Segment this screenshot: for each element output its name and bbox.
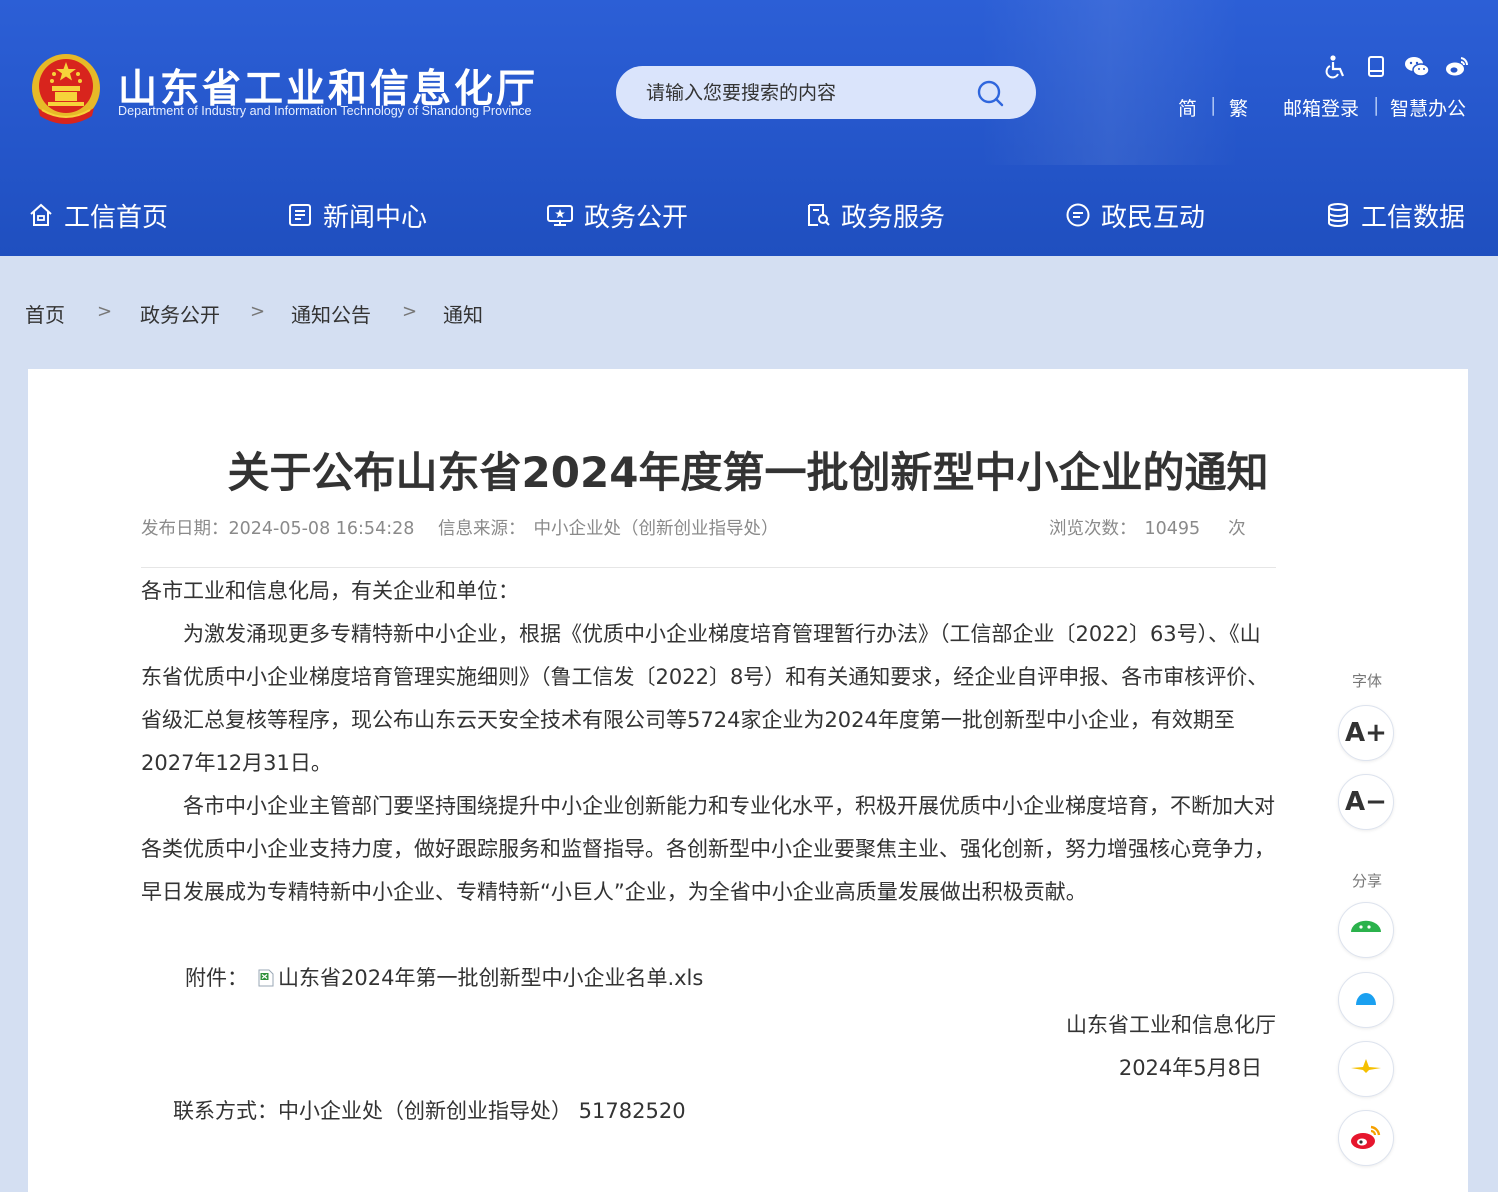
nav-item-news[interactable]: 新闻中心 [287, 196, 427, 234]
font-size-label: 字体 [1351, 672, 1382, 690]
meta-divider [141, 567, 1276, 568]
top-icon-bar [1320, 54, 1470, 82]
attachment-label: 附件： [185, 966, 248, 990]
qzone-share-icon [1351, 1059, 1381, 1073]
source-meta: 信息来源： 中小企业处（创新创业指导处） [438, 515, 779, 540]
source-label: 信息来源： [438, 519, 526, 539]
link-separator: | [1210, 94, 1217, 116]
simplified-chinese-link[interactable]: 简 [1178, 94, 1197, 121]
views-meta: 浏览次数： 10495 次 [1049, 515, 1246, 540]
traditional-chinese-link[interactable]: 繁 [1229, 94, 1248, 121]
font-increase-icon: A+ [1345, 718, 1387, 748]
breadcrumb-home[interactable]: 首页 [25, 299, 65, 328]
nav-item-label: 政民互动 [1101, 202, 1206, 233]
link-separator: | [1373, 94, 1380, 116]
nav-item-label: 工信数据 [1361, 202, 1466, 233]
qq-share-button[interactable] [1338, 972, 1394, 1028]
breadcrumb-separator: > [250, 301, 266, 322]
weibo-share-button[interactable] [1338, 1110, 1394, 1166]
breadcrumb-gov-open[interactable]: 政务公开 [140, 299, 220, 328]
home-icon [30, 203, 52, 226]
weibo-icon[interactable] [1444, 54, 1472, 82]
nav-item-home[interactable]: 工信首页 [28, 196, 168, 234]
nav-item-label: 政务服务 [841, 202, 946, 233]
news-icon [289, 204, 311, 226]
source-value: 中小企业处（创新创业指导处） [533, 519, 779, 539]
views-count: 10495 [1144, 519, 1201, 539]
article-title: 关于公布山东省2024年度第一批创新型中小企业的通知 [227, 448, 1269, 497]
font-increase-button[interactable]: A+ [1338, 705, 1394, 761]
interaction-icon [1066, 203, 1090, 227]
excel-file-icon [258, 969, 274, 987]
weibo-share-icon [1351, 1125, 1381, 1149]
qq-share-icon [1356, 993, 1376, 1005]
national-emblem-icon [32, 54, 100, 124]
gov-service-icon [808, 204, 830, 226]
search-input[interactable] [644, 78, 978, 108]
views-label: 浏览次数： [1049, 519, 1137, 539]
accessibility-icon[interactable] [1324, 54, 1352, 82]
main-nav: 工信首页 新闻中心 政务公开 政务服务 政民互动 工信数据 [0, 172, 1498, 256]
breadcrumb-separator: > [97, 301, 113, 322]
nav-item-label: 新闻中心 [323, 202, 428, 233]
site-subtitle: Department of Industry and Information T… [118, 104, 532, 118]
site-header: 山东省工业和信息化厅 Department of Industry and In… [0, 0, 1498, 256]
nav-item-label: 工信首页 [64, 202, 169, 233]
signature-org: 山东省工业和信息化厅 [1066, 1013, 1276, 1037]
nav-item-gov-open[interactable]: 政务公开 [546, 196, 688, 234]
article-card: 关于公布山东省2024年度第一批创新型中小企业的通知 发布日期：2024-05-… [28, 369, 1468, 1192]
publish-date-label: 发布日期： [141, 519, 229, 539]
gov-open-icon [547, 205, 573, 226]
salutation: 各市工业和信息化局，有关企业和单位： [141, 579, 519, 603]
breadcrumb-separator: > [402, 301, 418, 322]
database-icon [1328, 203, 1348, 227]
font-decrease-button[interactable]: A− [1338, 774, 1394, 830]
article-body: 各市工业和信息化局，有关企业和单位： 为激发涌现更多专精特新中小企业，根据《优质… [141, 570, 1276, 914]
contact-info: 联系方式：中小企业处（创新创业指导处） 51782520 [173, 1099, 686, 1123]
mail-login-link[interactable]: 邮箱登录 [1283, 94, 1359, 121]
qzone-share-button[interactable] [1338, 1041, 1394, 1097]
font-decrease-icon: A− [1345, 787, 1387, 817]
nav-item-interaction[interactable]: 政民互动 [1065, 196, 1205, 234]
share-label: 分享 [1351, 872, 1382, 890]
mobile-icon[interactable] [1364, 54, 1392, 82]
views-unit: 次 [1228, 519, 1246, 539]
nav-item-data[interactable]: 工信数据 [1325, 196, 1465, 234]
signature-date: 2024年5月8日 [1118, 1056, 1262, 1080]
smart-office-link[interactable]: 智慧办公 [1390, 94, 1466, 121]
breadcrumb-announcements[interactable]: 通知公告 [291, 299, 371, 328]
search-box [616, 66, 1036, 119]
paragraph: 各市中小企业主管部门要坚持围绕提升中小企业创新能力和专业化水平，积极开展优质中小… [141, 794, 1275, 904]
nav-item-label: 政务公开 [584, 202, 689, 233]
attachment: 附件： 山东省2024年第一批创新型中小企业名单.xls [185, 962, 703, 992]
search-icon[interactable] [975, 78, 1005, 108]
publish-date: 2024-05-08 16:54:28 [228, 519, 415, 539]
wechat-share-button[interactable] [1338, 902, 1394, 958]
nav-item-gov-service[interactable]: 政务服务 [805, 196, 945, 234]
attachment-link[interactable]: 山东省2024年第一批创新型中小企业名单.xls [278, 966, 703, 990]
breadcrumb-notice[interactable]: 通知 [443, 299, 483, 328]
wechat-icon[interactable] [1403, 54, 1431, 82]
paragraph: 为激发涌现更多专精特新中小企业，根据《优质中小企业梯度培育管理暂行办法》（工信部… [141, 622, 1269, 775]
wechat-share-icon [1351, 920, 1381, 932]
publish-date-meta: 发布日期：2024-05-08 16:54:28 [141, 515, 414, 540]
